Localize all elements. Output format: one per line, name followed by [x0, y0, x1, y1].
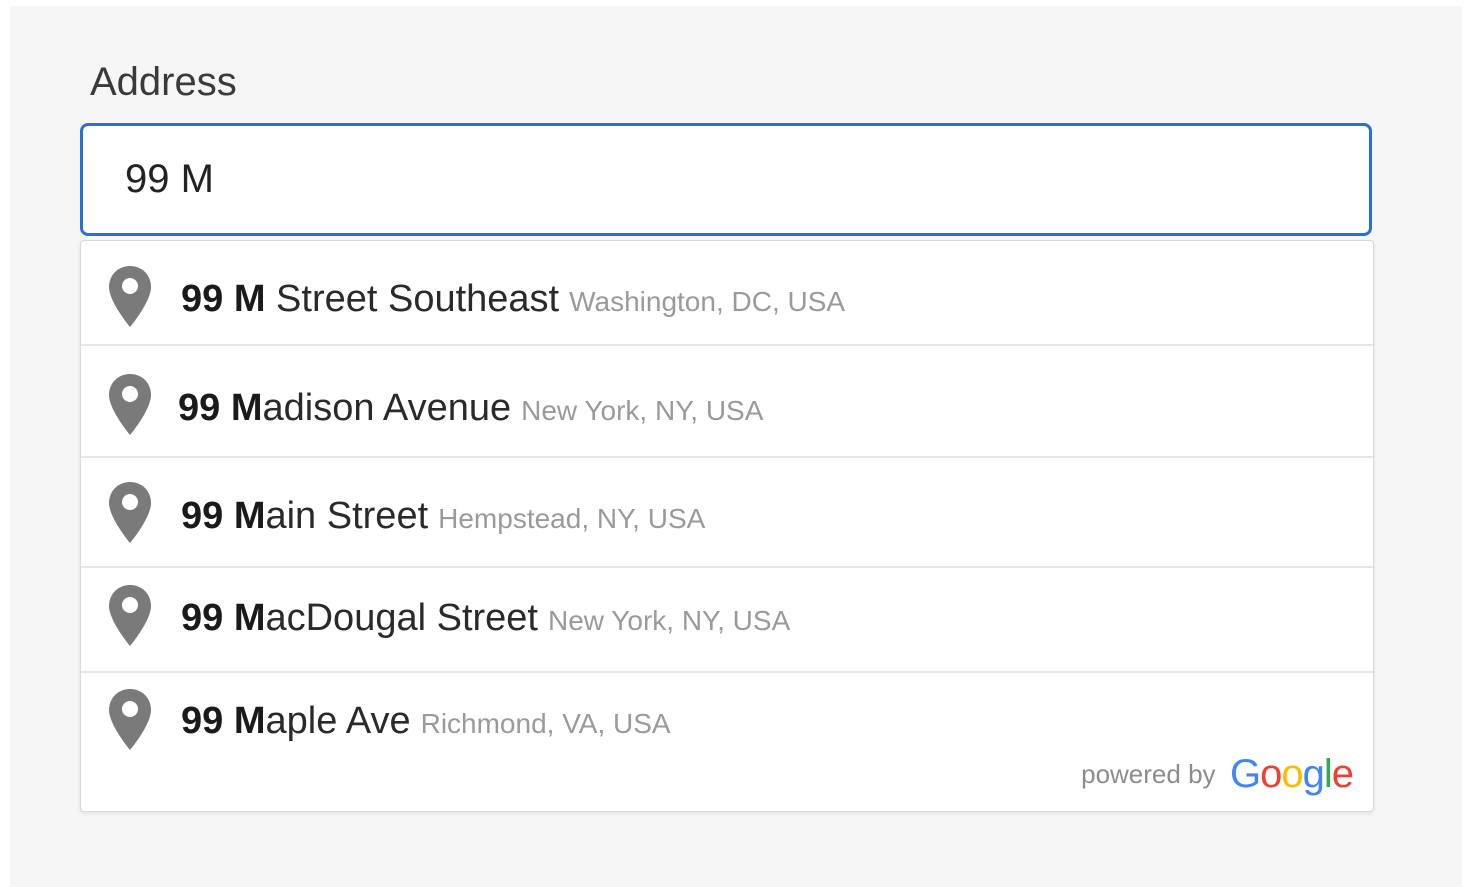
suggestion-text: 99 Madison Avenue New York, NY, USA: [178, 386, 763, 438]
map-pin-icon: [109, 585, 151, 646]
suggestion-main-text: Street Southeast: [265, 278, 560, 320]
map-pin-icon: [109, 482, 151, 543]
map-pin-icon: [109, 266, 151, 327]
suggestion-match: 99 M: [178, 387, 263, 429]
suggestion-main-text: ain Street: [265, 495, 429, 537]
suggestion-main-text: acDougal Street: [265, 597, 538, 639]
address-input[interactable]: [80, 123, 1372, 236]
suggestion-match: 99 M: [181, 278, 266, 320]
map-pin-icon: [109, 689, 151, 750]
suggestion-item[interactable]: 99 M Street Southeast Washington, DC, USA: [81, 241, 1373, 346]
map-pin-icon: [109, 374, 151, 435]
powered-by-text: powered by: [1081, 759, 1216, 789]
suggestion-text: 99 MacDougal Street New York, NY, USA: [181, 596, 790, 648]
suggestion-text: 99 Main Street Hempstead, NY, USA: [181, 494, 705, 546]
suggestion-match: 99 M: [181, 597, 266, 639]
autocomplete-dropdown: 99 M Street Southeast Washington, DC, USA…: [80, 240, 1374, 812]
powered-by-google: powered by Google: [1081, 752, 1354, 797]
suggestion-match: 99 M: [181, 700, 266, 742]
address-label: Address: [90, 60, 237, 104]
suggestion-secondary-text: New York, NY, USA: [521, 395, 764, 426]
suggestion-secondary-text: Richmond, VA, USA: [420, 708, 671, 739]
suggestion-main-text: adison Avenue: [262, 387, 512, 429]
suggestion-match: 99 M: [181, 495, 266, 537]
suggestion-secondary-text: New York, NY, USA: [547, 605, 791, 636]
suggestion-text: 99 Maple Ave Richmond, VA, USA: [181, 699, 671, 751]
suggestion-secondary-text: Washington, DC, USA: [569, 286, 846, 317]
suggestion-item[interactable]: 99 Main Street Hempstead, NY, USA: [81, 463, 1373, 568]
google-logo: Google: [1229, 752, 1354, 796]
suggestion-item[interactable]: 99 MacDougal Street New York, NY, USA: [81, 568, 1373, 673]
suggestion-secondary-text: Hempstead, NY, USA: [438, 503, 706, 534]
suggestion-main-text: aple Ave: [265, 700, 411, 742]
suggestion-text: 99 M Street Southeast Washington, DC, USA: [181, 277, 845, 329]
suggestion-item[interactable]: 99 Madison Avenue New York, NY, USA: [81, 353, 1373, 458]
